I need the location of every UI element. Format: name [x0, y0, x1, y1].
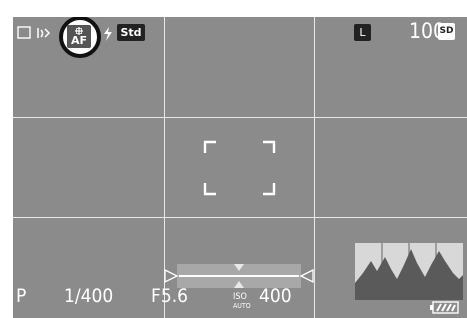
shutter-speed: 1/400: [64, 285, 114, 307]
grid-line: [13, 217, 467, 218]
af-area-icon[interactable]: AF: [67, 25, 91, 48]
live-view-screen: AF Std L 100 SD P 1/400 F5.6 ISO AUTO 40…: [13, 17, 467, 318]
frame-mode-icon: [17, 26, 31, 39]
sd-card-icon: SD: [438, 23, 455, 40]
grid-line: [13, 117, 467, 118]
flash-icon: [104, 27, 112, 41]
stabilizer-icon: [37, 28, 51, 38]
af-label: AF: [70, 34, 88, 47]
shooting-mode: P: [16, 285, 27, 307]
picture-style-badge[interactable]: Std: [117, 24, 145, 41]
af-point-frame: [203, 140, 276, 196]
histogram-icon: [355, 243, 463, 300]
battery-icon: [430, 301, 459, 314]
iso-label: ISO: [233, 292, 247, 302]
aperture-value: F5.6: [151, 285, 189, 307]
image-size-badge[interactable]: L: [354, 24, 371, 41]
iso-value: 400: [259, 285, 292, 307]
iso-auto-label: AUTO: [233, 302, 251, 310]
